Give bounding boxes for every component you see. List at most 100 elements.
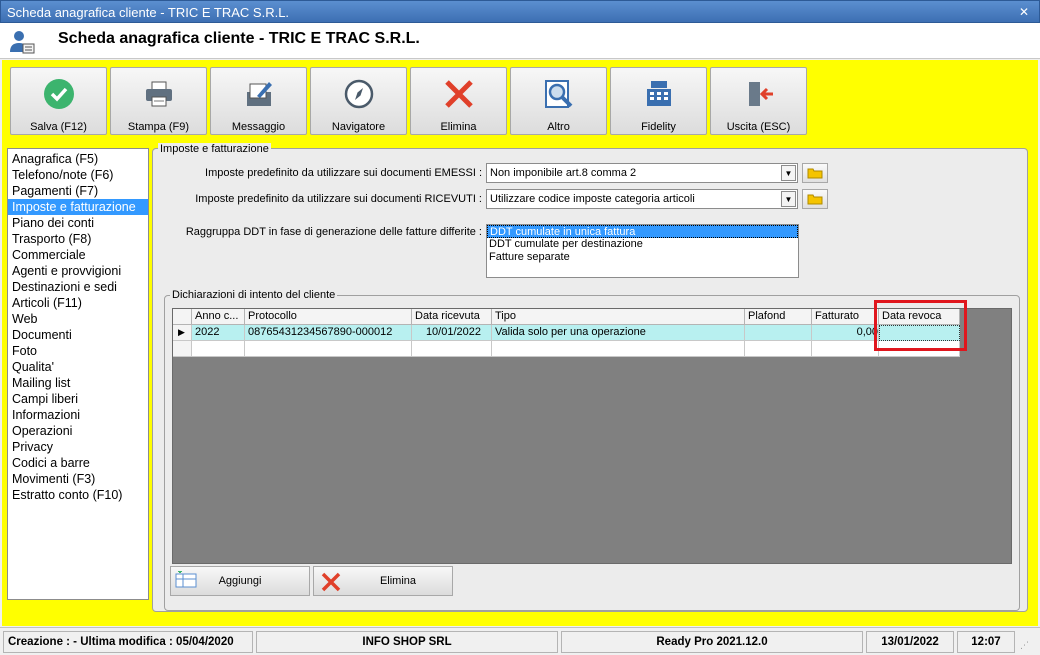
sidebar-item-campi-liberi[interactable]: Campi liberi bbox=[8, 391, 148, 407]
sidebar-item-commerciale[interactable]: Commerciale bbox=[8, 247, 148, 263]
chevron-down-icon[interactable]: ▼ bbox=[781, 191, 796, 207]
ricevuti-select[interactable]: Utilizzare codice imposte categoria arti… bbox=[486, 189, 798, 209]
ddt-option[interactable]: DDT cumulate in unica fattura bbox=[487, 225, 798, 238]
sidebar-item-pagamenti[interactable]: Pagamenti (F7) bbox=[8, 183, 148, 199]
column-header-anno[interactable]: Anno c... bbox=[192, 309, 245, 325]
cell-plafond[interactable] bbox=[745, 325, 812, 341]
sidebar-item-qualita[interactable]: Qualita' bbox=[8, 359, 148, 375]
ddt-option[interactable]: DDT cumulate per destinazione bbox=[487, 238, 798, 251]
new-row-cell[interactable] bbox=[412, 341, 492, 357]
sidebar-item-foto[interactable]: Foto bbox=[8, 343, 148, 359]
new-row-cell[interactable] bbox=[812, 341, 879, 357]
save-button[interactable]: Salva (F12) bbox=[10, 67, 107, 135]
sidebar-item-destinazioni[interactable]: Destinazioni e sedi bbox=[8, 279, 148, 295]
status-time: 12:07 bbox=[957, 631, 1015, 653]
message-button-label: Messaggio bbox=[231, 121, 286, 133]
delete-declaration-button[interactable]: Elimina bbox=[313, 566, 453, 596]
save-button-label: Salva (F12) bbox=[30, 121, 87, 133]
add-declaration-button[interactable]: Aggiungi bbox=[170, 566, 310, 596]
sidebar-item-trasporto[interactable]: Trasporto (F8) bbox=[8, 231, 148, 247]
sidebar-item-web[interactable]: Web bbox=[8, 311, 148, 327]
ddt-label: Raggruppa DDT in fase di generazione del… bbox=[185, 226, 482, 238]
new-row-cell[interactable] bbox=[492, 341, 745, 357]
sidebar-item-operazioni[interactable]: Operazioni bbox=[8, 423, 148, 439]
exit-button-label: Uscita (ESC) bbox=[726, 121, 791, 133]
status-version: Ready Pro 2021.12.0 bbox=[561, 631, 863, 653]
compose-message-icon bbox=[247, 82, 272, 106]
ddt-option[interactable]: Fatture separate bbox=[487, 251, 798, 264]
sidebar-item-agenti[interactable]: Agenti e provvigioni bbox=[8, 263, 148, 279]
navigator-button-label: Navigatore bbox=[331, 121, 386, 133]
sidebar-item-articoli[interactable]: Articoli (F11) bbox=[8, 295, 148, 311]
other-button-label: Altro bbox=[547, 121, 570, 133]
chevron-down-icon[interactable]: ▼ bbox=[781, 165, 796, 181]
new-row-cell[interactable] bbox=[245, 341, 412, 357]
delete-button[interactable]: Elimina bbox=[410, 67, 507, 135]
emessi-value: Non imponibile art.8 comma 2 bbox=[490, 167, 637, 179]
sidebar-item-telefono[interactable]: Telefono/note (F6) bbox=[8, 167, 148, 183]
fidelity-button[interactable]: Fidelity bbox=[610, 67, 707, 135]
navigator-button[interactable]: Navigatore bbox=[310, 67, 407, 135]
sidebar-item-mailing[interactable]: Mailing list bbox=[8, 375, 148, 391]
sidebar-item-piano-conti[interactable]: Piano dei conti bbox=[8, 215, 148, 231]
sidebar-item-informazioni[interactable]: Informazioni bbox=[8, 407, 148, 423]
resize-grip-icon[interactable]: ⋰ bbox=[1020, 640, 1032, 652]
status-bar: Creazione : - Ultima modifica : 05/04/20… bbox=[0, 627, 1040, 655]
window-close-button[interactable]: ✕ bbox=[1015, 4, 1033, 20]
user-card-icon bbox=[10, 31, 35, 54]
cell-tipo[interactable]: Valida solo per una operazione bbox=[492, 325, 745, 341]
delete-button-label: Elimina bbox=[379, 575, 417, 587]
column-header-protocollo[interactable]: Protocollo bbox=[245, 309, 412, 325]
cell-fatturato[interactable]: 0,00 bbox=[812, 325, 879, 341]
status-creation: Creazione : - Ultima modifica : 05/04/20… bbox=[3, 631, 253, 653]
check-circle-icon bbox=[44, 79, 74, 109]
window-titlebar: Scheda anagrafica cliente - TRIC E TRAC … bbox=[0, 0, 1040, 23]
add-button-label: Aggiungi bbox=[218, 575, 262, 587]
new-row-cell[interactable] bbox=[745, 341, 812, 357]
folder-icon bbox=[807, 194, 823, 205]
cell-data-ricevuta[interactable]: 10/01/2022 bbox=[412, 325, 492, 341]
cash-register-icon bbox=[647, 81, 671, 106]
sidebar-item-estratto-conto[interactable]: Estratto conto (F10) bbox=[8, 487, 148, 503]
ricevuti-browse-button[interactable] bbox=[802, 189, 828, 209]
folder-icon bbox=[807, 168, 823, 179]
form-header: Scheda anagrafica cliente - TRIC E TRAC … bbox=[0, 23, 1040, 59]
emessi-label: Imposte predefinito da utilizzare sui do… bbox=[205, 167, 482, 179]
column-header-fatturato[interactable]: Fatturato bbox=[812, 309, 879, 325]
column-header-tipo[interactable]: Tipo bbox=[492, 309, 745, 325]
column-header-plafond[interactable]: Plafond bbox=[745, 309, 812, 325]
magnifier-document-icon bbox=[545, 80, 573, 108]
column-header-data-ricevuta[interactable]: Data ricevuta bbox=[412, 309, 492, 325]
sidebar-item-privacy[interactable]: Privacy bbox=[8, 439, 148, 455]
window-title: Scheda anagrafica cliente - TRIC E TRAC … bbox=[7, 5, 290, 20]
new-row-cell[interactable] bbox=[192, 341, 245, 357]
other-button[interactable]: Altro bbox=[510, 67, 607, 135]
taxes-group-title: Imposte e fatturazione bbox=[158, 143, 271, 155]
section-sidebar: Anagrafica (F5) Telefono/note (F6) Pagam… bbox=[7, 148, 149, 600]
sidebar-item-codici-barre[interactable]: Codici a barre bbox=[8, 455, 148, 471]
status-company: INFO SHOP SRL bbox=[256, 631, 558, 653]
sidebar-item-imposte[interactable]: Imposte e fatturazione bbox=[8, 199, 148, 215]
page-title: Scheda anagrafica cliente - TRIC E TRAC … bbox=[58, 30, 420, 47]
message-button[interactable]: Messaggio bbox=[210, 67, 307, 135]
cell-protocollo[interactable]: 08765431234567890-000012 bbox=[245, 325, 412, 341]
printer-icon bbox=[146, 81, 172, 107]
cell-anno[interactable]: 2022 bbox=[192, 325, 245, 341]
emessi-browse-button[interactable] bbox=[802, 163, 828, 183]
print-button-label: Stampa (F9) bbox=[127, 121, 190, 133]
status-date: 13/01/2022 bbox=[866, 631, 954, 653]
exit-door-icon bbox=[749, 82, 773, 106]
highlight-box bbox=[874, 300, 967, 351]
sidebar-item-documenti[interactable]: Documenti bbox=[8, 327, 148, 343]
emessi-select[interactable]: Non imponibile art.8 comma 2 ▼ bbox=[486, 163, 798, 183]
new-row-indicator bbox=[173, 341, 192, 357]
row-indicator-icon: ▶ bbox=[173, 325, 192, 341]
sidebar-item-anagrafica[interactable]: Anagrafica (F5) bbox=[8, 151, 148, 167]
grid-corner bbox=[173, 309, 192, 325]
red-x-icon bbox=[321, 572, 341, 592]
sidebar-item-movimenti[interactable]: Movimenti (F3) bbox=[8, 471, 148, 487]
ddt-listbox[interactable]: DDT cumulate in unica fattura DDT cumula… bbox=[486, 224, 799, 278]
ricevuti-label: Imposte predefinito da utilizzare sui do… bbox=[195, 193, 482, 205]
print-button[interactable]: Stampa (F9) bbox=[110, 67, 207, 135]
exit-button[interactable]: Uscita (ESC) bbox=[710, 67, 807, 135]
